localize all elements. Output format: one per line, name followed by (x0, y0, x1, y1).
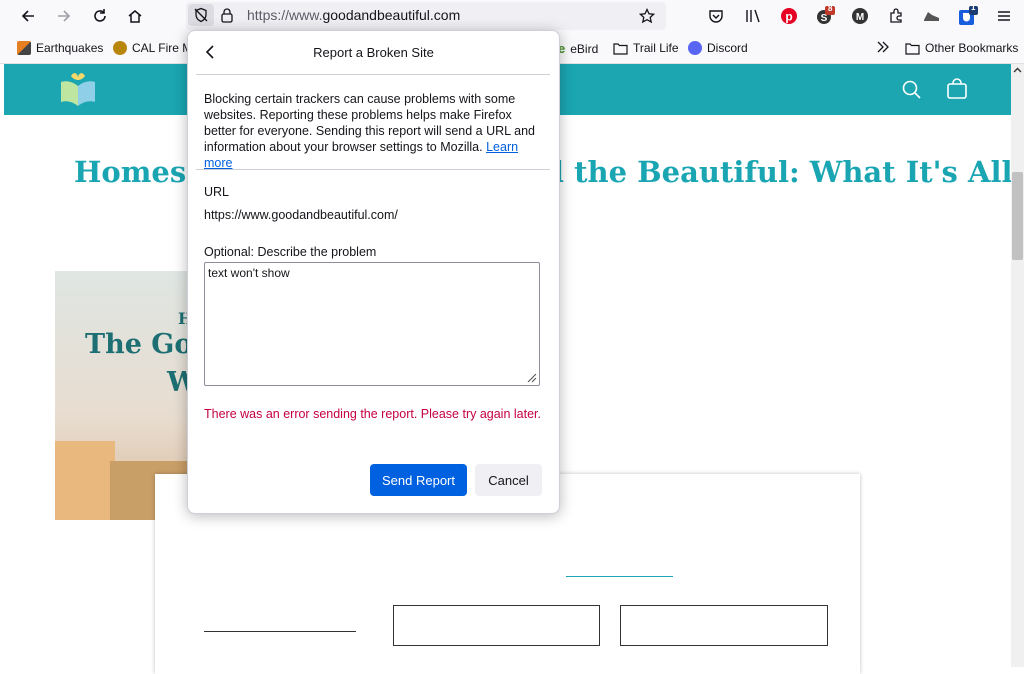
folder-icon (905, 42, 920, 55)
panel-title: Report a Broken Site (313, 45, 434, 60)
earthquakes-favicon (17, 41, 31, 55)
extension-m-icon: M (852, 8, 868, 24)
extension-button-1[interactable]: S 8 (812, 4, 838, 28)
extension-shoe-button[interactable] (919, 4, 945, 28)
forward-button[interactable] (51, 4, 77, 28)
form-input-box[interactable] (620, 605, 828, 646)
pocket-button[interactable] (703, 4, 729, 28)
shield-slash-icon (194, 7, 208, 23)
app-menu-button[interactable] (991, 4, 1017, 28)
other-bookmarks[interactable]: Other Bookmarks (905, 41, 1018, 55)
reload-icon (94, 9, 106, 22)
bookmark-star-button[interactable] (634, 4, 660, 28)
panel-separator (196, 74, 550, 75)
svg-text:p: p (785, 10, 792, 24)
scrollbar-thumb[interactable] (1012, 172, 1023, 260)
pinterest-extension-button[interactable]: p (776, 4, 802, 28)
cancel-button[interactable]: Cancel (475, 464, 542, 496)
lock-icon[interactable] (220, 7, 234, 26)
library-button[interactable] (740, 4, 766, 28)
bookmark-discord[interactable]: Discord (688, 41, 748, 55)
cal-fire-favicon (113, 41, 127, 55)
puzzle-icon (890, 8, 902, 23)
folder-icon (613, 42, 628, 55)
browser-toolbar: https://www.goodandbeautiful.com p S 8 M… (0, 0, 1024, 33)
error-message: There was an error sending the report. P… (204, 407, 541, 421)
site-logo-icon[interactable] (55, 70, 101, 110)
form-input-box[interactable] (393, 605, 600, 646)
search-icon[interactable] (902, 80, 922, 100)
hamburger-menu-icon (998, 11, 1010, 21)
bookmark-cal-fire[interactable]: CAL Fire M (113, 41, 192, 55)
page-scrollbar[interactable] (1011, 64, 1024, 667)
star-icon (639, 8, 655, 24)
describe-problem-textarea[interactable]: text won't show (204, 262, 540, 386)
reported-url: https://www.goodandbeautiful.com/ (204, 208, 398, 222)
url-text: https://www.goodandbeautiful.com (247, 7, 461, 23)
url-label: URL (204, 185, 230, 199)
bookmark-trail-life[interactable]: Trail Life (613, 41, 679, 55)
svg-text:M: M (856, 12, 864, 23)
tracking-protection-button[interactable] (188, 4, 214, 26)
bitwarden-extension-button[interactable]: 1 (955, 3, 981, 28)
arrow-right-icon (58, 10, 71, 22)
library-icon (746, 9, 760, 23)
underline-divider (566, 576, 673, 577)
extension-badge: 1 (971, 3, 976, 12)
input-underline[interactable] (204, 631, 356, 632)
reload-button[interactable] (87, 4, 113, 28)
pocket-icon (709, 10, 723, 23)
extension-m-button[interactable]: M (847, 4, 873, 28)
bookmark-earthquakes[interactable]: Earthquakes (17, 41, 103, 55)
discord-favicon (688, 41, 702, 55)
double-chevron-right-icon (877, 41, 889, 53)
panel-separator (196, 169, 550, 170)
resize-grip-icon[interactable] (525, 371, 537, 383)
arrow-left-icon (21, 10, 34, 22)
pinterest-icon: p (781, 8, 797, 24)
back-button[interactable] (15, 4, 41, 28)
extension-badge: 8 (828, 4, 833, 13)
scroll-up-arrow-icon[interactable] (1013, 67, 1022, 73)
bookmark-ebird[interactable]: e eBird (558, 41, 598, 56)
home-icon (128, 10, 142, 23)
describe-problem-label: Optional: Describe the problem (204, 245, 377, 259)
cart-icon[interactable] (946, 78, 968, 100)
bookmarks-overflow-button[interactable] (876, 41, 890, 53)
send-report-button[interactable]: Send Report (370, 464, 467, 496)
extensions-button[interactable] (883, 4, 909, 28)
book-illustration (55, 441, 115, 520)
home-button[interactable] (122, 4, 148, 28)
report-broken-site-panel: Report a Broken Site Blocking certain tr… (187, 30, 560, 514)
shoe-icon (924, 12, 939, 21)
panel-description: Blocking certain trackers can cause prob… (204, 92, 535, 170)
address-bar[interactable]: https://www.goodandbeautiful.com (186, 2, 666, 30)
